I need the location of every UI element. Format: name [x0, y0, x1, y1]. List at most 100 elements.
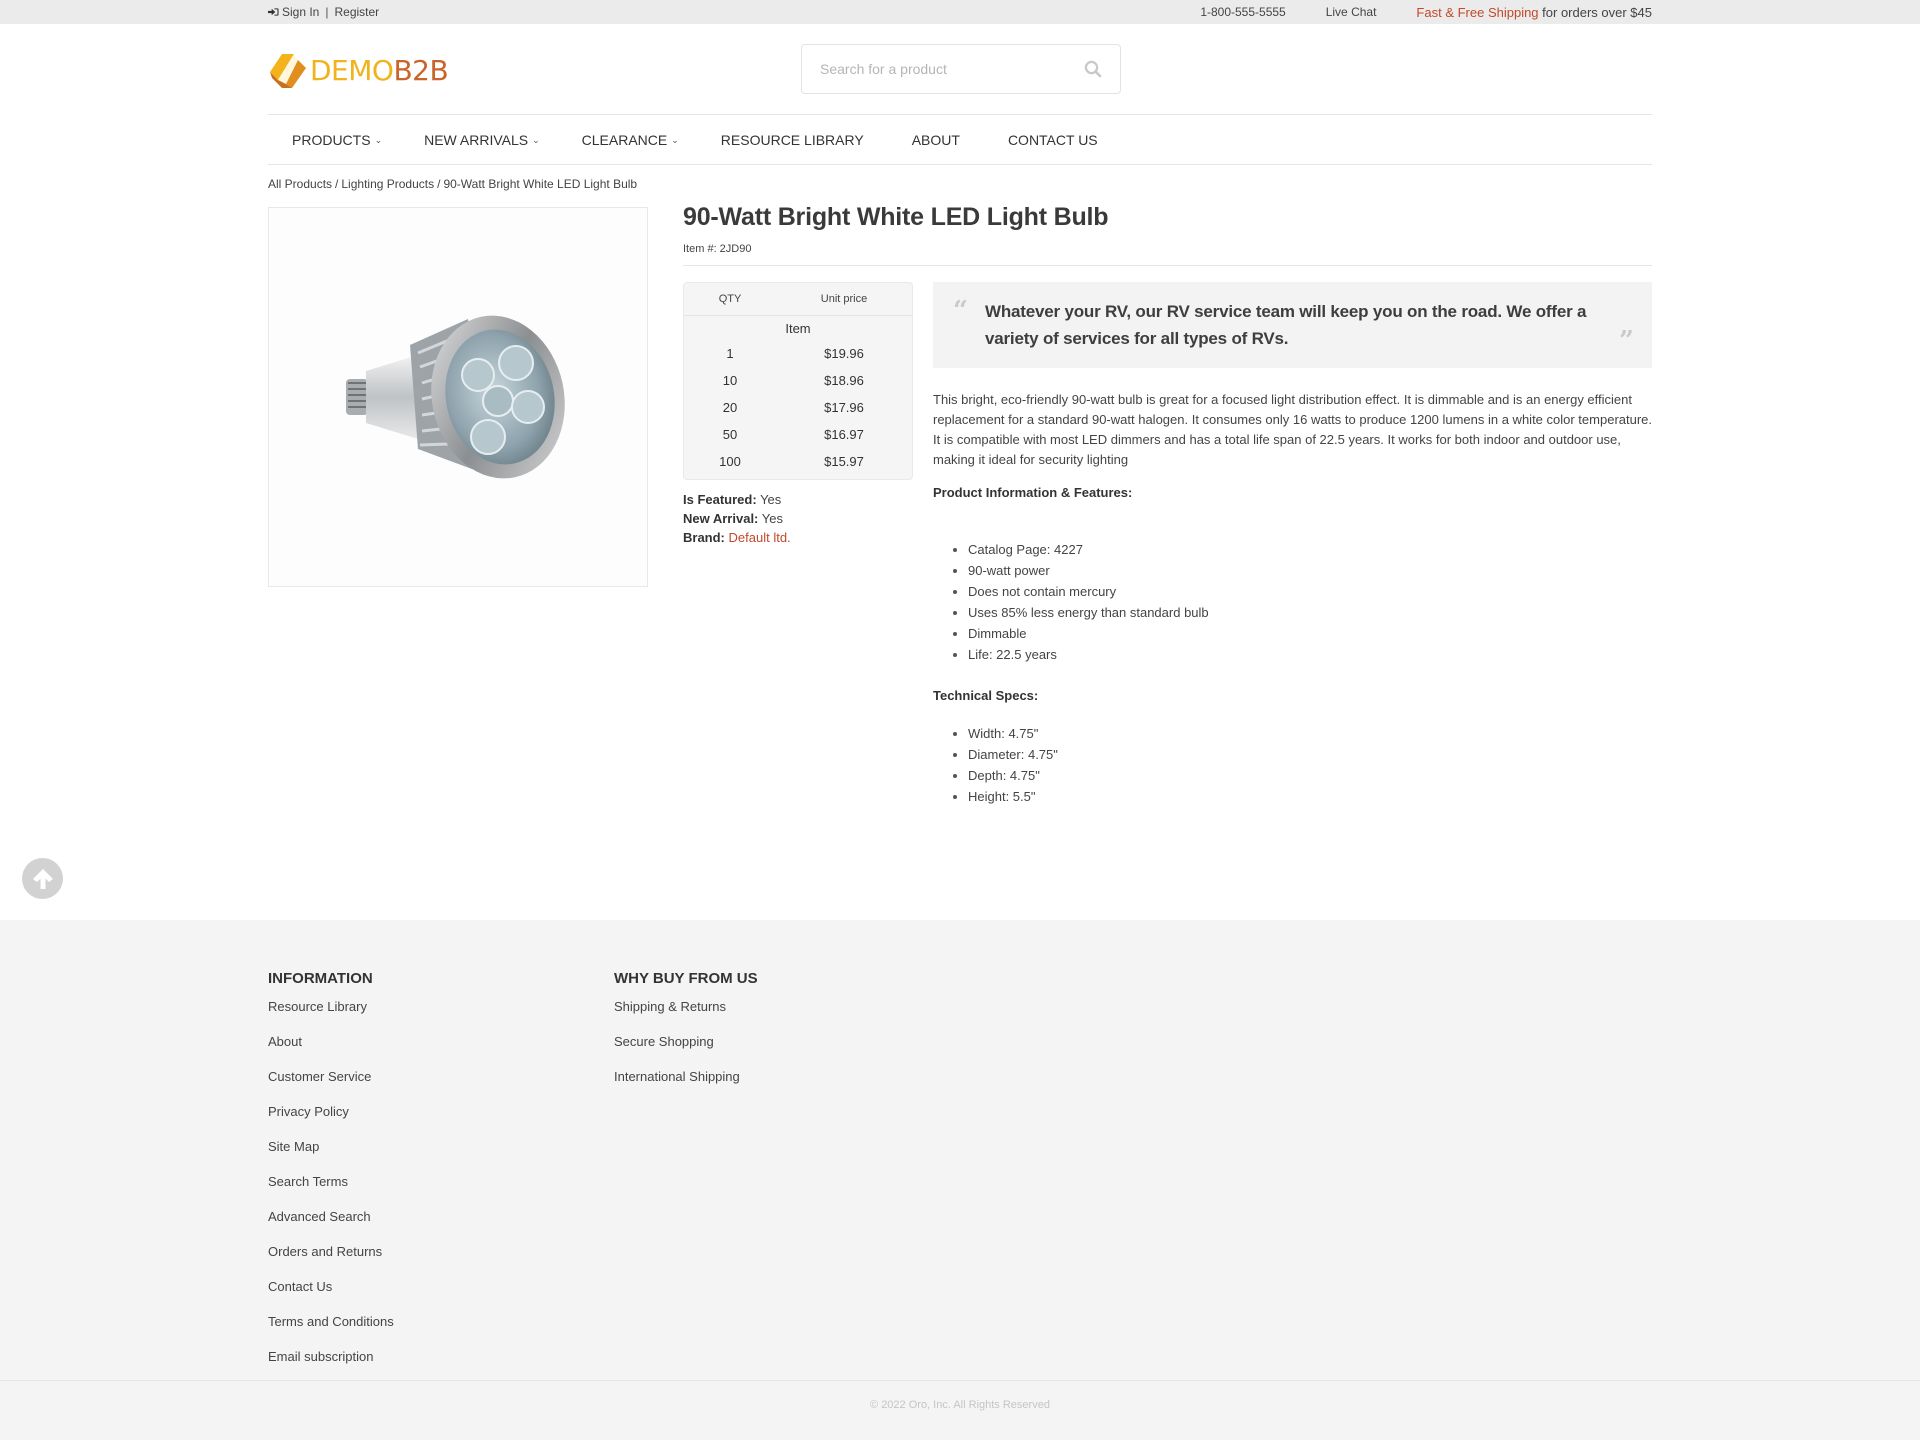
is-featured-attr: Is Featured: Yes [683, 490, 791, 509]
price-value: $19.96 [824, 346, 864, 361]
breadcrumb-all-products[interactable]: All Products [268, 177, 332, 191]
unit-group-label: Item [785, 321, 811, 336]
nav-item-label: RESOURCE LIBRARY [720, 131, 864, 148]
nav-item-label: PRODUCTS [292, 131, 371, 148]
top-bar: Sign In | Register 1-800-555-5555 Live C… [0, 0, 1920, 24]
footer-link-advanced-search[interactable]: Advanced Search [268, 1209, 394, 1244]
footer-heading: WHY BUY FROM US [614, 970, 758, 987]
nav-item-resource-library[interactable]: RESOURCE LIBRARY [721, 132, 864, 148]
nav-item-about[interactable]: ABOUT [912, 132, 960, 148]
product-description: This bright, eco-friendly 90-watt bulb i… [933, 392, 1653, 467]
attr-label: New Arrival: [683, 511, 759, 526]
account-links: Sign In | Register [268, 5, 379, 19]
price-value: $16.97 [824, 427, 864, 442]
price-value: $17.96 [824, 400, 864, 415]
promo-quote: “ Whatever your RV, our RV service team … [933, 282, 1652, 368]
quote-open-icon: “ [953, 296, 968, 326]
price-row: 50 $16.97 [684, 421, 912, 448]
footer-link-international-shipping[interactable]: International Shipping [614, 1069, 758, 1104]
brand-link[interactable]: Default ltd. [729, 530, 791, 545]
phone-link[interactable]: 1-800-555-5555 [1200, 5, 1285, 19]
footer-link-shipping-returns[interactable]: Shipping & Returns [614, 999, 758, 1034]
nav-item-label: CLEARANCE [581, 131, 668, 148]
shipping-promo-text: for orders over $45 [1538, 4, 1652, 20]
brand-attr: Brand: Default ltd. [683, 528, 791, 547]
nav-item-clearance[interactable]: CLEARANCE ⌄ [582, 132, 679, 148]
features-heading: Product Information & Features: [933, 485, 1133, 500]
footer-link-site-map[interactable]: Site Map [268, 1139, 394, 1174]
list-item: 90-watt power [933, 560, 1209, 581]
footer-link-terms[interactable]: Terms and Conditions [268, 1314, 394, 1349]
sign-in-icon [268, 8, 279, 16]
breadcrumb-separator: / [335, 177, 339, 191]
price-row: 10 $18.96 [684, 367, 912, 394]
nav-item-label: NEW ARRIVALS [424, 131, 529, 148]
chevron-down-icon: ⌄ [671, 135, 679, 145]
footer-why-buy-column: WHY BUY FROM US Shipping & Returns Secur… [614, 970, 758, 1104]
shipping-promo-link[interactable]: Fast & Free Shipping [1416, 5, 1538, 20]
site-header: DEMOB2B [0, 24, 1920, 114]
nav-item-label: ABOUT [911, 131, 960, 148]
list-item: Uses 85% less energy than standard bulb [933, 602, 1209, 623]
unit-price-header: Unit price [820, 293, 868, 305]
list-item: Does not contain mercury [933, 581, 1209, 602]
quote-close-icon: ” [1619, 326, 1634, 356]
search-icon[interactable] [1084, 60, 1102, 78]
price-qty: 10 [722, 373, 738, 388]
attr-value: Yes [758, 511, 783, 526]
list-item: Life: 22.5 years [933, 644, 1209, 665]
product-info: 90-Watt Bright White LED Light Bulb Item… [683, 203, 1652, 804]
logo-text: DEMOB2B [310, 53, 449, 87]
nav-item-products[interactable]: PRODUCTS ⌄ [292, 132, 382, 148]
footer-link-search-terms[interactable]: Search Terms [268, 1174, 394, 1209]
site-logo[interactable]: DEMOB2B [268, 50, 449, 90]
account-separator: | [325, 5, 329, 19]
arrow-up-icon [32, 868, 53, 889]
logo-b2b-text: B2B [393, 53, 449, 87]
price-table-header: QTY Unit price [684, 283, 912, 316]
footer-link-orders-and-returns[interactable]: Orders and Returns [268, 1244, 394, 1279]
sign-in-label: Sign In [282, 5, 320, 19]
led-bulb-image [346, 315, 565, 479]
attr-value: Yes [756, 492, 782, 507]
footer-link-resource-library[interactable]: Resource Library [268, 999, 394, 1034]
list-item: Depth: 4.75" [933, 765, 1058, 786]
footer-link-secure-shopping[interactable]: Secure Shopping [614, 1034, 758, 1069]
price-row: 100 $15.97 [684, 448, 912, 475]
site-footer: INFORMATION Resource Library About Custo… [0, 920, 1920, 1440]
title-divider [683, 265, 1652, 266]
list-item: Height: 5.5" [933, 786, 1058, 807]
footer-link-email-subscription[interactable]: Email subscription [268, 1349, 394, 1384]
nav-item-new-arrivals[interactable]: NEW ARRIVALS ⌄ [424, 132, 540, 148]
breadcrumb-current: 90-Watt Bright White LED Light Bulb [443, 177, 638, 191]
breadcrumb-lighting-products[interactable]: Lighting Products [341, 177, 434, 191]
features-list: Catalog Page: 4227 90-watt power Does no… [933, 539, 1209, 665]
footer-information-column: INFORMATION Resource Library About Custo… [268, 970, 394, 1384]
shipping-promo: Fast & Free Shipping for orders over $45 [1416, 5, 1652, 20]
live-chat-link[interactable]: Live Chat [1326, 5, 1377, 19]
qty-header: QTY [718, 293, 742, 305]
nav-item-contact-us[interactable]: CONTACT US [1008, 132, 1098, 148]
footer-link-customer-service[interactable]: Customer Service [268, 1069, 394, 1104]
logo-demo-text: DEMO [310, 53, 394, 87]
footer-link-privacy-policy[interactable]: Privacy Policy [268, 1104, 394, 1139]
list-item: Dimmable [933, 623, 1209, 644]
product-image[interactable] [268, 207, 648, 587]
footer-link-contact-us[interactable]: Contact Us [268, 1279, 394, 1314]
price-row: 20 $17.96 [684, 394, 912, 421]
list-item: Width: 4.75" [933, 723, 1058, 744]
price-qty: 100 [719, 454, 741, 469]
new-arrival-attr: New Arrival: Yes [683, 509, 791, 528]
price-table: QTY Unit price Item 1 $19.96 10 $18.96 20 $… [683, 282, 913, 480]
product-section: 90-Watt Bright White LED Light Bulb Item… [268, 193, 1652, 853]
sign-in-link[interactable]: Sign In [268, 5, 319, 19]
main-nav: PRODUCTS ⌄ NEW ARRIVALS ⌄ CLEARANCE ⌄ RESOU… [268, 114, 1652, 165]
scroll-to-top-button[interactable] [22, 858, 63, 899]
price-qty: 50 [722, 427, 738, 442]
search-input[interactable] [820, 61, 1084, 77]
chevron-down-icon: ⌄ [374, 135, 383, 145]
register-link[interactable]: Register [334, 5, 379, 19]
footer-link-about[interactable]: About [268, 1034, 394, 1069]
product-title: 90-Watt Bright White LED Light Bulb [683, 203, 1109, 231]
footer-heading: INFORMATION [268, 970, 373, 987]
